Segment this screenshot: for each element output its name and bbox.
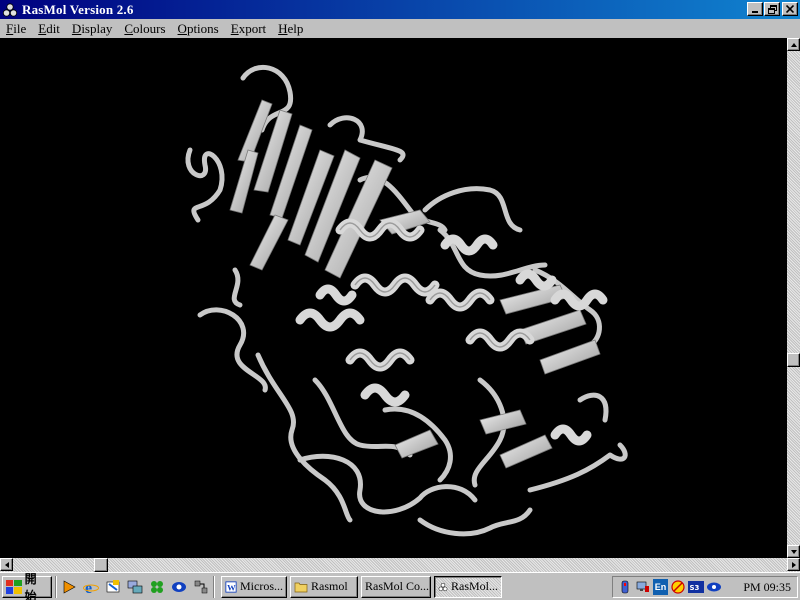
horizontal-scroll-thumb[interactable] [94,558,108,572]
menu-export[interactable]: Export [225,19,272,38]
close-button[interactable] [782,2,798,16]
cpu-icon[interactable]: S3 [688,579,704,595]
menu-colours[interactable]: Colours [118,19,171,38]
keyboard-icon[interactable] [617,579,633,595]
ie-icon[interactable]: e [82,578,100,596]
task-label: Rasmol [311,579,348,593]
vertical-scrollbar[interactable] [787,38,800,558]
antivirus-icon[interactable] [670,579,686,595]
clover-icon[interactable] [148,578,166,596]
task-label: RasMol Co... [365,579,430,593]
task-rasmol-folder[interactable]: Rasmol [290,575,358,598]
minimize-icon [752,11,758,13]
title-bar[interactable]: RasMol Version 2.6 [0,0,800,19]
svg-text:W: W [227,582,236,592]
arrow-left-icon [4,561,9,568]
start-label: 開始 [24,571,37,600]
svg-text:e: e [85,580,92,595]
system-tray: En S3 PM 09:35 [612,576,798,598]
close-icon [786,5,794,13]
svg-text:S3: S3 [690,584,700,592]
window-title: RasMol Version 2.6 [22,1,134,17]
task-rasmol-window[interactable]: RasMol... [434,575,502,598]
eye-icon[interactable] [706,579,722,595]
restore-button[interactable] [764,2,780,16]
rasmol-icon [438,582,448,591]
vertical-scroll-thumb[interactable] [787,353,800,367]
task-label: RasMol... [450,579,498,593]
quick-launch: e [60,578,210,596]
folder-icon [294,582,308,592]
en-label: En [654,582,667,592]
word-icon: W [225,580,237,593]
en-icon[interactable]: En [653,579,668,595]
windows-logo-icon [6,579,22,594]
rasmol-app-icon[interactable] [2,2,18,18]
molecule-canvas[interactable] [0,38,787,558]
task-rasmol-command[interactable]: RasMol Co... [361,575,431,598]
scroll-left-button[interactable] [0,558,13,571]
scroll-down-button[interactable] [787,545,800,558]
taskbar-separator [55,575,57,598]
network-icon[interactable] [126,578,144,596]
menu-file[interactable]: File [0,19,32,38]
network-tray-icon[interactable] [635,579,651,595]
taskbar-separator [213,575,215,598]
taskbar: 開始 e W Micros... Rasmol RasMol Co... Ras… [0,572,800,600]
horizontal-scrollbar[interactable] [0,558,800,572]
arrow-down-icon [790,549,797,554]
protein-ribbon-render [185,65,628,537]
network-tool-icon[interactable] [192,578,210,596]
task-microsoft-word[interactable]: W Micros... [221,575,287,598]
channels-icon[interactable] [170,578,188,596]
menu-bar: File Edit Display Colours Options Export… [0,19,800,38]
start-button[interactable]: 開始 [2,572,52,600]
minimize-button[interactable] [747,2,763,16]
arrow-up-icon [790,42,797,47]
menu-options[interactable]: Options [172,19,225,38]
media-player-icon[interactable] [60,578,78,596]
menu-display[interactable]: Display [66,19,118,38]
restore-icon [767,4,777,14]
scroll-up-button[interactable] [787,38,800,51]
clock[interactable]: PM 09:35 [743,580,791,595]
outlook-icon[interactable] [104,578,122,596]
menu-edit[interactable]: Edit [32,19,66,38]
task-label: Micros... [240,579,283,593]
scroll-right-button[interactable] [787,558,800,571]
menu-help[interactable]: Help [272,19,309,38]
arrow-right-icon [791,561,796,568]
